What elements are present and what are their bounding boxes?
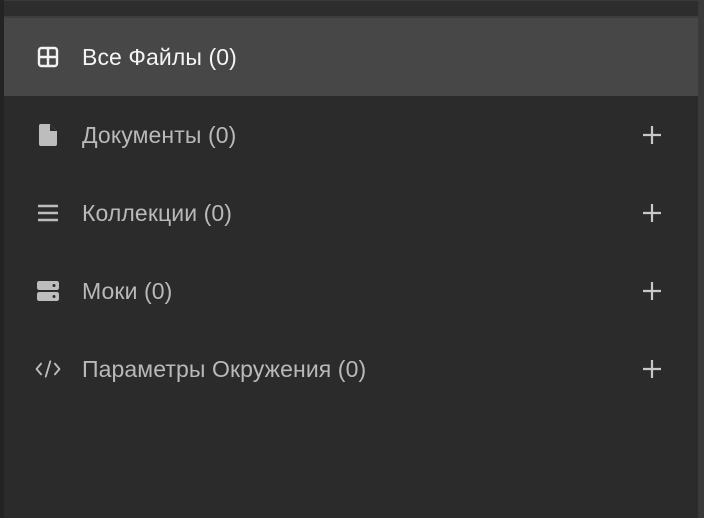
list-icon <box>35 200 61 226</box>
plus-icon <box>643 282 661 300</box>
sidebar-item-all-files[interactable]: Все Файлы (0) <box>4 18 698 96</box>
code-icon <box>35 356 61 382</box>
add-document-button[interactable] <box>640 123 664 147</box>
sidebar-item-label: Документы (0) <box>82 121 237 148</box>
server-icon <box>35 278 61 304</box>
sidebar-item-documents[interactable]: Документы (0) <box>4 96 698 174</box>
plus-icon <box>643 204 661 222</box>
sidebar-item-environment[interactable]: Параметры Окружения (0) <box>4 330 698 408</box>
add-collection-button[interactable] <box>640 201 664 225</box>
document-icon <box>35 122 61 148</box>
sidebar-item-mocks[interactable]: Моки (0) <box>4 252 698 330</box>
sidebar-panel: Все Файлы (0) Документы (0) Коллекции (0… <box>0 0 704 518</box>
sidebar-item-label: Моки (0) <box>82 277 173 304</box>
sidebar-item-label: Все Файлы (0) <box>82 43 237 70</box>
sidebar-item-label: Коллекции (0) <box>82 199 233 226</box>
sidebar-nav: Все Файлы (0) Документы (0) Коллекции (0… <box>4 18 698 408</box>
add-mock-button[interactable] <box>640 279 664 303</box>
scrollbar-track <box>698 0 704 518</box>
plus-icon <box>643 126 661 144</box>
add-environment-button[interactable] <box>640 357 664 381</box>
sidebar-item-collections[interactable]: Коллекции (0) <box>4 174 698 252</box>
plus-icon <box>643 360 661 378</box>
sidebar-item-label: Параметры Окружения (0) <box>82 355 367 382</box>
grid-icon <box>35 44 61 70</box>
